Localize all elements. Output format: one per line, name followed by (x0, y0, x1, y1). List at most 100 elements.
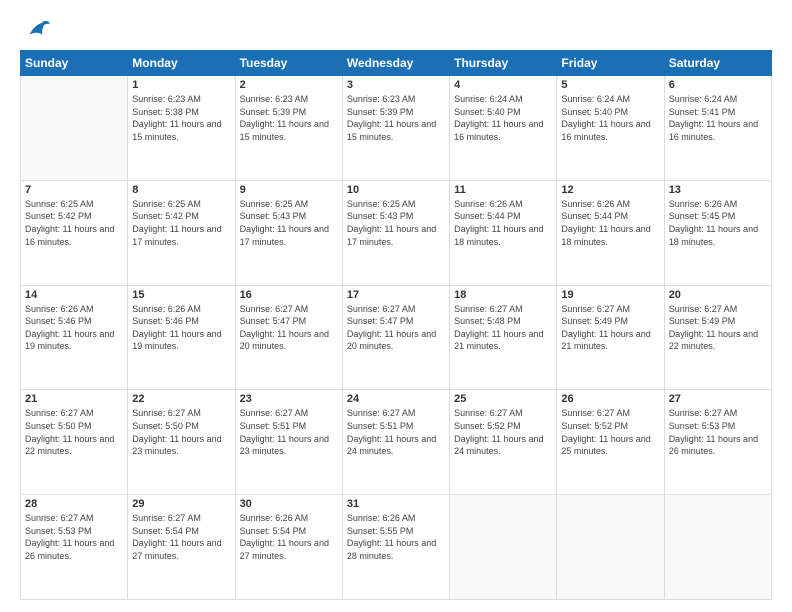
calendar-day-cell: 31Sunrise: 6:26 AMSunset: 5:55 PMDayligh… (342, 495, 449, 600)
day-info: Sunrise: 6:27 AMSunset: 5:49 PMDaylight:… (561, 303, 659, 353)
day-info: Sunrise: 6:26 AMSunset: 5:46 PMDaylight:… (132, 303, 230, 353)
day-number: 2 (240, 79, 338, 91)
calendar-header-cell: Monday (128, 51, 235, 76)
calendar-week-row: 7 Sunrise: 6:25 AMSunset: 5:42 PMDaylight… (21, 180, 772, 285)
day-number: 22 (132, 393, 230, 405)
day-number: 30 (240, 498, 338, 510)
day-info: Sunrise: 6:27 AMSunset: 5:51 PMDaylight:… (347, 407, 445, 457)
day-info: Sunrise: 6:27 AMSunset: 5:50 PMDaylight:… (132, 407, 230, 457)
calendar-day-cell: 15 Sunrise: 6:26 AMSunset: 5:46 PMDayligh… (128, 285, 235, 390)
day-number: 26 (561, 393, 659, 405)
logo (20, 16, 50, 44)
day-info: Sunrise: 6:23 AMSunset: 5:38 PMDaylight:… (132, 93, 230, 143)
day-info: Sunrise: 6:25 AMSunset: 5:43 PMDaylight:… (347, 198, 445, 248)
calendar-header-cell: Saturday (664, 51, 771, 76)
day-number: 15 (132, 289, 230, 301)
day-info: Sunrise: 6:27 AMSunset: 5:47 PMDaylight:… (347, 303, 445, 353)
calendar-day-cell: 22 Sunrise: 6:27 AMSunset: 5:50 PMDayligh… (128, 390, 235, 495)
day-info: Sunrise: 6:24 AMSunset: 5:41 PMDaylight:… (669, 93, 767, 143)
calendar-day-cell: 26 Sunrise: 6:27 AMSunset: 5:52 PMDayligh… (557, 390, 664, 495)
day-info: Sunrise: 6:26 AMSunset: 5:44 PMDaylight:… (454, 198, 552, 248)
day-number: 4 (454, 79, 552, 91)
header (20, 16, 772, 44)
day-info: Sunrise: 6:26 AMSunset: 5:46 PMDaylight:… (25, 303, 123, 353)
day-info: Sunrise: 6:27 AMSunset: 5:52 PMDaylight:… (561, 407, 659, 457)
day-number: 13 (669, 184, 767, 196)
calendar-day-cell: 5 Sunrise: 6:24 AMSunset: 5:40 PMDaylight… (557, 76, 664, 181)
day-number: 18 (454, 289, 552, 301)
day-number: 23 (240, 393, 338, 405)
calendar-day-cell: 9 Sunrise: 6:25 AMSunset: 5:43 PMDaylight… (235, 180, 342, 285)
day-info: Sunrise: 6:24 AMSunset: 5:40 PMDaylight:… (561, 93, 659, 143)
calendar-day-cell: 14 Sunrise: 6:26 AMSunset: 5:46 PMDayligh… (21, 285, 128, 390)
calendar-header-cell: Tuesday (235, 51, 342, 76)
day-number: 20 (669, 289, 767, 301)
calendar-day-cell: 16 Sunrise: 6:27 AMSunset: 5:47 PMDayligh… (235, 285, 342, 390)
calendar-day-cell: 18 Sunrise: 6:27 AMSunset: 5:48 PMDayligh… (450, 285, 557, 390)
calendar-day-cell: 30 Sunrise: 6:26 AMSunset: 5:54 PMDayligh… (235, 495, 342, 600)
calendar-week-row: 21 Sunrise: 6:27 AMSunset: 5:50 PMDayligh… (21, 390, 772, 495)
calendar-header-cell: Friday (557, 51, 664, 76)
day-number: 16 (240, 289, 338, 301)
day-number: 7 (25, 184, 123, 196)
day-number: 5 (561, 79, 659, 91)
day-info: Sunrise: 6:27 AMSunset: 5:51 PMDaylight:… (240, 407, 338, 457)
day-number: 9 (240, 184, 338, 196)
calendar-day-cell (557, 495, 664, 600)
calendar-day-cell: 19Sunrise: 6:27 AMSunset: 5:49 PMDayligh… (557, 285, 664, 390)
day-number: 31 (347, 498, 445, 510)
calendar-day-cell (450, 495, 557, 600)
day-info: Sunrise: 6:24 AMSunset: 5:40 PMDaylight:… (454, 93, 552, 143)
day-number: 14 (25, 289, 123, 301)
day-info: Sunrise: 6:23 AMSunset: 5:39 PMDaylight:… (240, 93, 338, 143)
calendar-day-cell (21, 76, 128, 181)
page: SundayMondayTuesdayWednesdayThursdayFrid… (0, 0, 792, 612)
calendar-day-cell: 7Sunrise: 6:25 AMSunset: 5:42 PMDaylight… (21, 180, 128, 285)
calendar-body: 1Sunrise: 6:23 AMSunset: 5:38 PMDaylight… (21, 76, 772, 600)
calendar-header-cell: Wednesday (342, 51, 449, 76)
day-number: 27 (669, 393, 767, 405)
day-info: Sunrise: 6:27 AMSunset: 5:49 PMDaylight:… (669, 303, 767, 353)
calendar-day-cell: 29Sunrise: 6:27 AMSunset: 5:54 PMDayligh… (128, 495, 235, 600)
day-info: Sunrise: 6:27 AMSunset: 5:53 PMDaylight:… (25, 512, 123, 562)
calendar-day-cell: 24 Sunrise: 6:27 AMSunset: 5:51 PMDayligh… (342, 390, 449, 495)
calendar-table: SundayMondayTuesdayWednesdayThursdayFrid… (20, 50, 772, 600)
day-info: Sunrise: 6:27 AMSunset: 5:48 PMDaylight:… (454, 303, 552, 353)
calendar-day-cell: 11 Sunrise: 6:26 AMSunset: 5:44 PMDayligh… (450, 180, 557, 285)
calendar-day-cell: 6 Sunrise: 6:24 AMSunset: 5:41 PMDaylight… (664, 76, 771, 181)
day-number: 8 (132, 184, 230, 196)
day-info: Sunrise: 6:27 AMSunset: 5:53 PMDaylight:… (669, 407, 767, 457)
day-number: 11 (454, 184, 552, 196)
day-info: Sunrise: 6:26 AMSunset: 5:45 PMDaylight:… (669, 198, 767, 248)
calendar-day-cell: 17Sunrise: 6:27 AMSunset: 5:47 PMDayligh… (342, 285, 449, 390)
day-info: Sunrise: 6:25 AMSunset: 5:42 PMDaylight:… (132, 198, 230, 248)
day-number: 12 (561, 184, 659, 196)
calendar-day-cell: 20 Sunrise: 6:27 AMSunset: 5:49 PMDayligh… (664, 285, 771, 390)
calendar-week-row: 1Sunrise: 6:23 AMSunset: 5:38 PMDaylight… (21, 76, 772, 181)
day-number: 28 (25, 498, 123, 510)
day-info: Sunrise: 6:27 AMSunset: 5:47 PMDaylight:… (240, 303, 338, 353)
calendar-week-row: 28 Sunrise: 6:27 AMSunset: 5:53 PMDayligh… (21, 495, 772, 600)
calendar-header-cell: Thursday (450, 51, 557, 76)
day-number: 3 (347, 79, 445, 91)
calendar-day-cell: 21 Sunrise: 6:27 AMSunset: 5:50 PMDayligh… (21, 390, 128, 495)
calendar-day-cell: 23 Sunrise: 6:27 AMSunset: 5:51 PMDayligh… (235, 390, 342, 495)
day-info: Sunrise: 6:25 AMSunset: 5:43 PMDaylight:… (240, 198, 338, 248)
day-info: Sunrise: 6:27 AMSunset: 5:54 PMDaylight:… (132, 512, 230, 562)
calendar-day-cell: 1Sunrise: 6:23 AMSunset: 5:38 PMDaylight… (128, 76, 235, 181)
calendar-day-cell: 25Sunrise: 6:27 AMSunset: 5:52 PMDayligh… (450, 390, 557, 495)
day-info: Sunrise: 6:27 AMSunset: 5:50 PMDaylight:… (25, 407, 123, 457)
calendar-day-cell (664, 495, 771, 600)
calendar-day-cell: 28 Sunrise: 6:27 AMSunset: 5:53 PMDayligh… (21, 495, 128, 600)
day-info: Sunrise: 6:27 AMSunset: 5:52 PMDaylight:… (454, 407, 552, 457)
calendar-header-cell: Sunday (21, 51, 128, 76)
calendar-day-cell: 3 Sunrise: 6:23 AMSunset: 5:39 PMDaylight… (342, 76, 449, 181)
day-info: Sunrise: 6:26 AMSunset: 5:44 PMDaylight:… (561, 198, 659, 248)
day-number: 6 (669, 79, 767, 91)
day-number: 24 (347, 393, 445, 405)
day-info: Sunrise: 6:26 AMSunset: 5:54 PMDaylight:… (240, 512, 338, 562)
calendar-day-cell: 2 Sunrise: 6:23 AMSunset: 5:39 PMDaylight… (235, 76, 342, 181)
day-info: Sunrise: 6:23 AMSunset: 5:39 PMDaylight:… (347, 93, 445, 143)
day-number: 21 (25, 393, 123, 405)
calendar-day-cell: 13 Sunrise: 6:26 AMSunset: 5:45 PMDayligh… (664, 180, 771, 285)
